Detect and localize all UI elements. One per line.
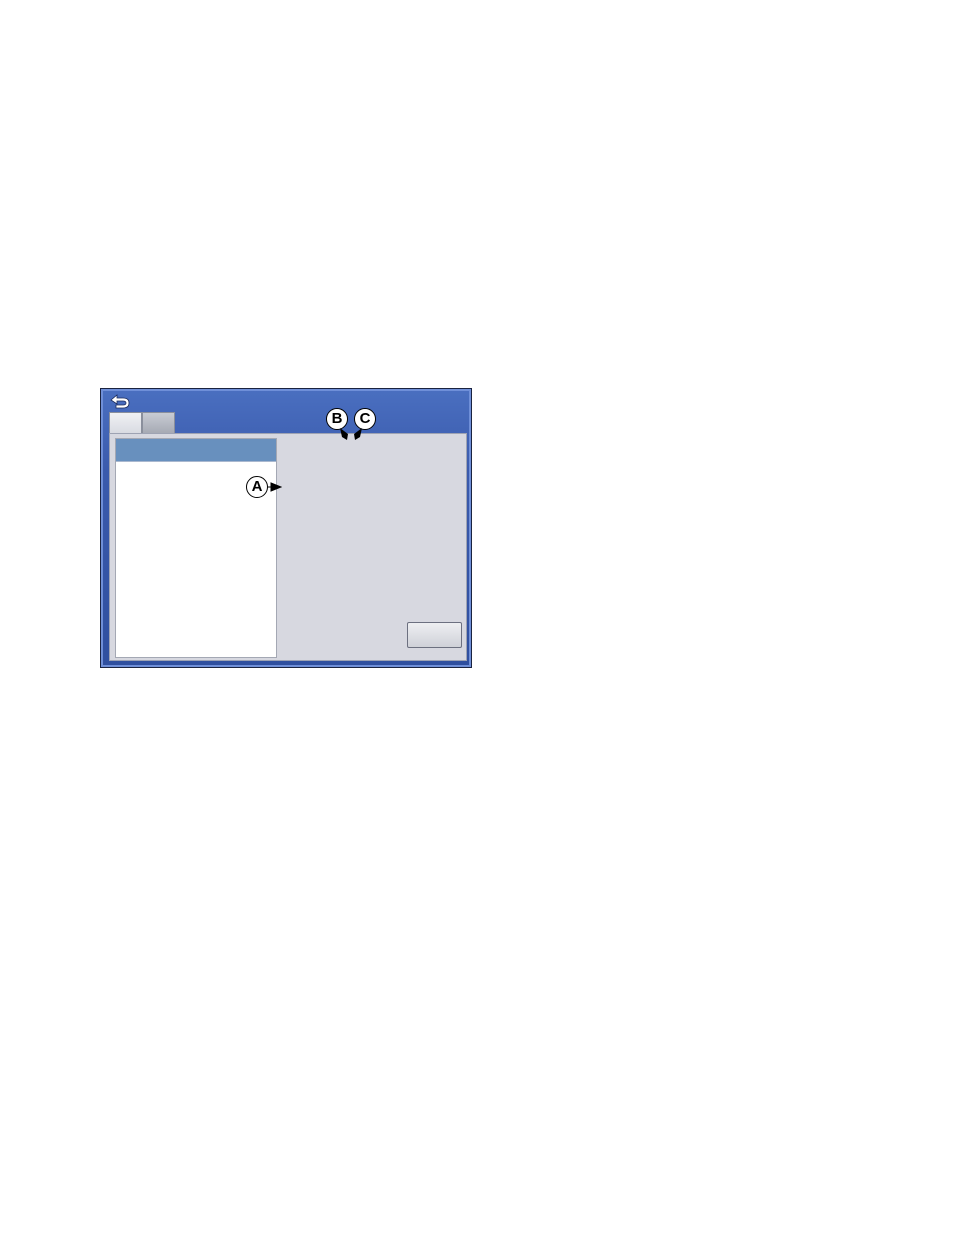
back-arrow-icon bbox=[110, 394, 130, 409]
app-window bbox=[100, 388, 472, 668]
callout-b: B bbox=[326, 408, 348, 430]
callout-a-arrow-icon bbox=[268, 482, 282, 492]
back-button[interactable] bbox=[107, 393, 133, 411]
content-panel bbox=[109, 433, 467, 661]
callout-c-arrow-icon bbox=[354, 428, 362, 440]
accept-button[interactable] bbox=[407, 622, 462, 648]
callout-b-arrow-icon bbox=[340, 428, 348, 440]
item-list[interactable] bbox=[115, 438, 277, 658]
callout-c: C bbox=[354, 408, 376, 430]
callout-a: A bbox=[246, 476, 268, 498]
list-item-selected[interactable] bbox=[116, 439, 276, 462]
tab-1[interactable] bbox=[109, 412, 142, 433]
tab-2[interactable] bbox=[142, 412, 175, 433]
